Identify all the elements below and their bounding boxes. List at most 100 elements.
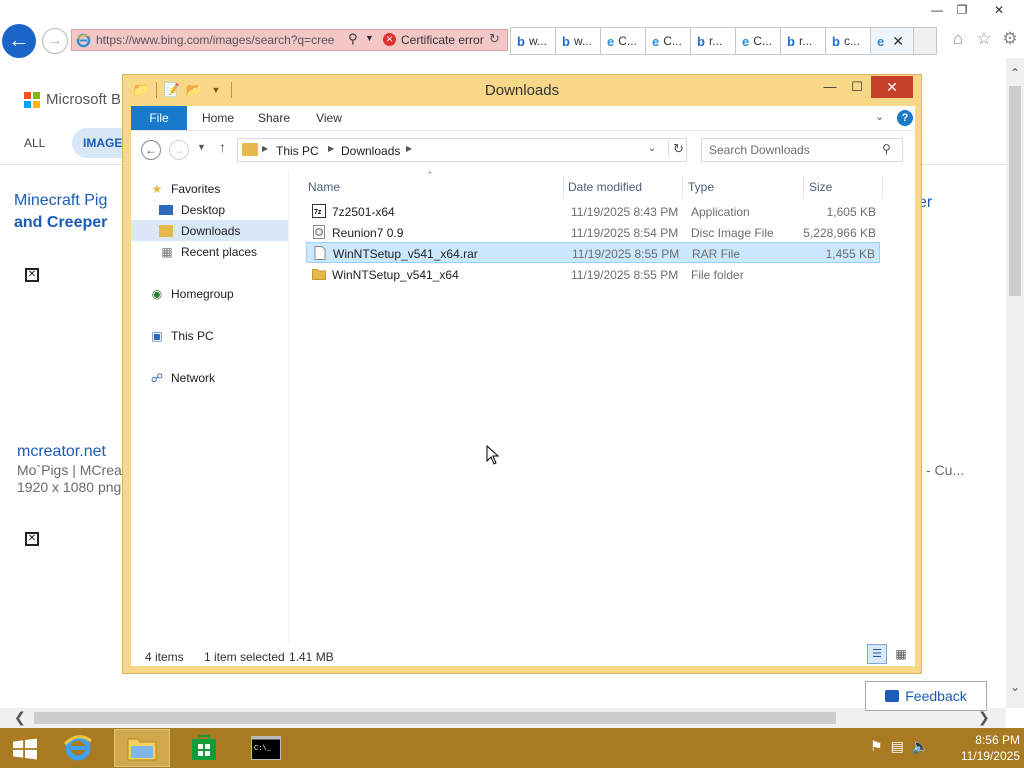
- column-separator[interactable]: [803, 176, 804, 198]
- volume-muted-icon[interactable]: 🔈: [912, 738, 929, 755]
- address-bar[interactable]: https://www.bing.com/images/search?q=cre…: [71, 29, 508, 51]
- ribbon-tab-file[interactable]: File: [131, 106, 187, 130]
- new-tab-button[interactable]: [913, 27, 937, 55]
- result-title-mcreator[interactable]: mcreator.net: [17, 441, 106, 463]
- browser-back-button[interactable]: ←: [2, 24, 36, 58]
- ribbon-tab-share[interactable]: Share: [249, 106, 299, 130]
- address-history-dropdown-icon[interactable]: ⌄: [648, 143, 656, 154]
- breadcrumb-address-bar[interactable]: ▶ This PC ▶ Downloads ▶ ⌄ ↻: [237, 138, 687, 162]
- ie-icon: e: [652, 33, 660, 49]
- recent-locations-chevron-icon[interactable]: ▼: [197, 142, 206, 152]
- horizontal-scrollbar[interactable]: ❮ ❯: [0, 708, 1006, 728]
- bing-tab-all[interactable]: ALL: [24, 136, 45, 150]
- search-box[interactable]: ⚲: [701, 138, 903, 162]
- explorer-maximize-button[interactable]: ☐: [843, 76, 871, 98]
- explorer-close-button[interactable]: ✕: [871, 76, 913, 98]
- browser-tab[interactable]: e C...: [735, 27, 781, 55]
- taskbar-store[interactable]: [176, 729, 232, 767]
- nav-homegroup[interactable]: ◉ Homegroup: [131, 283, 288, 304]
- browser-tab[interactable]: b w...: [510, 27, 556, 55]
- scroll-right-arrow-icon[interactable]: ❯: [978, 709, 990, 726]
- breadcrumb-arrow-icon[interactable]: ▶: [262, 144, 268, 153]
- search-icon[interactable]: ⚲: [882, 142, 891, 156]
- refresh-icon[interactable]: ↻: [489, 31, 500, 47]
- file-list-pane[interactable]: ⌃ Name Date modified Type Size 7z 7z2501…: [298, 170, 915, 642]
- browser-tab-active[interactable]: e ✕: [870, 27, 914, 55]
- column-header-size[interactable]: Size: [809, 176, 832, 198]
- help-icon[interactable]: ?: [897, 110, 913, 126]
- browser-tab[interactable]: e C...: [600, 27, 646, 55]
- ribbon-tab-bar: File Home Share View ⌄ ?: [131, 106, 915, 130]
- explorer-back-button[interactable]: ←: [141, 140, 161, 160]
- browser-tab[interactable]: b w...: [555, 27, 601, 55]
- browser-tab[interactable]: e C...: [645, 27, 691, 55]
- expand-ribbon-chevron-icon[interactable]: ⌄: [875, 110, 884, 123]
- bing-brand-text[interactable]: Microsoft Bi: [46, 91, 124, 108]
- refresh-icon[interactable]: ↻: [668, 141, 686, 157]
- column-separator[interactable]: [682, 176, 683, 198]
- column-header-type[interactable]: Type: [688, 176, 714, 198]
- browser-tab[interactable]: b r...: [780, 27, 826, 55]
- address-url[interactable]: https://www.bing.com/images/search?q=cre…: [96, 33, 346, 47]
- address-dropdown-icon[interactable]: ▼: [365, 33, 374, 43]
- taskbar-clock[interactable]: 8:56 PM 11/19/2025: [940, 732, 1020, 764]
- address-search-icon[interactable]: ⚲: [348, 31, 358, 47]
- column-header-date[interactable]: Date modified: [568, 176, 642, 198]
- certificate-error-icon[interactable]: ✕: [383, 33, 396, 46]
- browser-forward-button[interactable]: →: [42, 28, 68, 54]
- file-row[interactable]: Reunion7 0.9 11/19/2025 8:54 PM Disc Ima…: [306, 222, 880, 243]
- taskbar-internet-explorer[interactable]: [50, 729, 106, 767]
- taskbar-file-explorer[interactable]: [114, 729, 170, 767]
- nav-this-pc[interactable]: ▣ This PC: [131, 325, 288, 346]
- file-row[interactable]: WinNTSetup_v541_x64 11/19/2025 8:55 PM F…: [306, 264, 880, 285]
- nav-desktop[interactable]: Desktop: [131, 199, 288, 220]
- browser-tab[interactable]: b r...: [690, 27, 736, 55]
- column-separator[interactable]: [563, 176, 564, 198]
- browser-close-button[interactable]: ✕: [986, 0, 1012, 20]
- certificate-error-label[interactable]: Certificate error: [401, 33, 484, 47]
- nav-recent-places[interactable]: ▦ Recent places: [131, 241, 288, 262]
- favorites-star-icon[interactable]: ☆: [974, 28, 994, 50]
- explorer-minimize-button[interactable]: —: [816, 76, 844, 98]
- breadcrumb-this-pc[interactable]: This PC: [276, 144, 319, 158]
- taskbar-command-prompt[interactable]: C:\_: [238, 729, 294, 767]
- nav-downloads[interactable]: Downloads: [131, 220, 288, 241]
- result-title-minecraft[interactable]: Minecraft Pig and Creeper: [14, 190, 107, 234]
- breadcrumb-downloads[interactable]: Downloads: [341, 144, 400, 158]
- ribbon-tab-home[interactable]: Home: [193, 106, 243, 130]
- large-icons-view-icon[interactable]: ▦: [891, 644, 911, 664]
- breadcrumb-arrow-icon[interactable]: ▶: [328, 144, 334, 153]
- windows-start-button[interactable]: [10, 738, 40, 760]
- browser-tab[interactable]: b c...: [825, 27, 871, 55]
- column-separator[interactable]: [882, 176, 883, 198]
- search-input[interactable]: [709, 143, 879, 157]
- nav-network[interactable]: ☍ Network: [131, 367, 288, 388]
- details-view-icon[interactable]: ☰: [867, 644, 887, 664]
- file-row-selected[interactable]: WinNTSetup_v541_x64.rar 11/19/2025 8:55 …: [306, 242, 880, 263]
- explorer-title-bar[interactable]: 📁 📝 📂 ▼ Downloads — ☐ ✕: [123, 75, 921, 105]
- vertical-scroll-thumb[interactable]: [1009, 86, 1021, 296]
- settings-gear-icon[interactable]: ⚙: [1000, 28, 1020, 50]
- scroll-up-arrow-icon[interactable]: ⌃: [1006, 66, 1024, 80]
- nav-favorites[interactable]: ★ Favorites: [131, 178, 288, 199]
- navigation-pane[interactable]: ★ Favorites Desktop Downloads ▦ Recent p…: [131, 170, 289, 642]
- broken-image-icon[interactable]: ✕: [25, 532, 39, 546]
- file-row[interactable]: 7z 7z2501-x64 11/19/2025 8:43 PM Applica…: [306, 201, 880, 222]
- scroll-left-arrow-icon[interactable]: ❮: [14, 709, 26, 726]
- horizontal-scroll-thumb[interactable]: [34, 712, 836, 724]
- browser-restore-button[interactable]: ❐: [949, 0, 975, 20]
- action-center-flag-icon[interactable]: ⚑: [870, 738, 883, 755]
- breadcrumb-arrow-icon[interactable]: ▶: [406, 144, 412, 153]
- network-icon[interactable]: ▤: [891, 738, 904, 755]
- explorer-forward-button[interactable]: →: [169, 140, 189, 160]
- home-icon[interactable]: ⌂: [948, 28, 968, 50]
- ribbon-tab-view[interactable]: View: [305, 106, 353, 130]
- broken-image-icon[interactable]: ✕: [25, 268, 39, 282]
- column-header-name[interactable]: Name: [308, 176, 340, 198]
- feedback-button[interactable]: Feedback: [865, 681, 987, 711]
- close-tab-icon[interactable]: ✕: [892, 33, 904, 50]
- scroll-down-arrow-icon[interactable]: ⌄: [1006, 680, 1024, 694]
- browser-minimize-button[interactable]: —: [924, 0, 950, 20]
- vertical-scrollbar[interactable]: ⌃ ⌄: [1006, 58, 1024, 708]
- up-one-level-button[interactable]: ↑: [219, 139, 226, 155]
